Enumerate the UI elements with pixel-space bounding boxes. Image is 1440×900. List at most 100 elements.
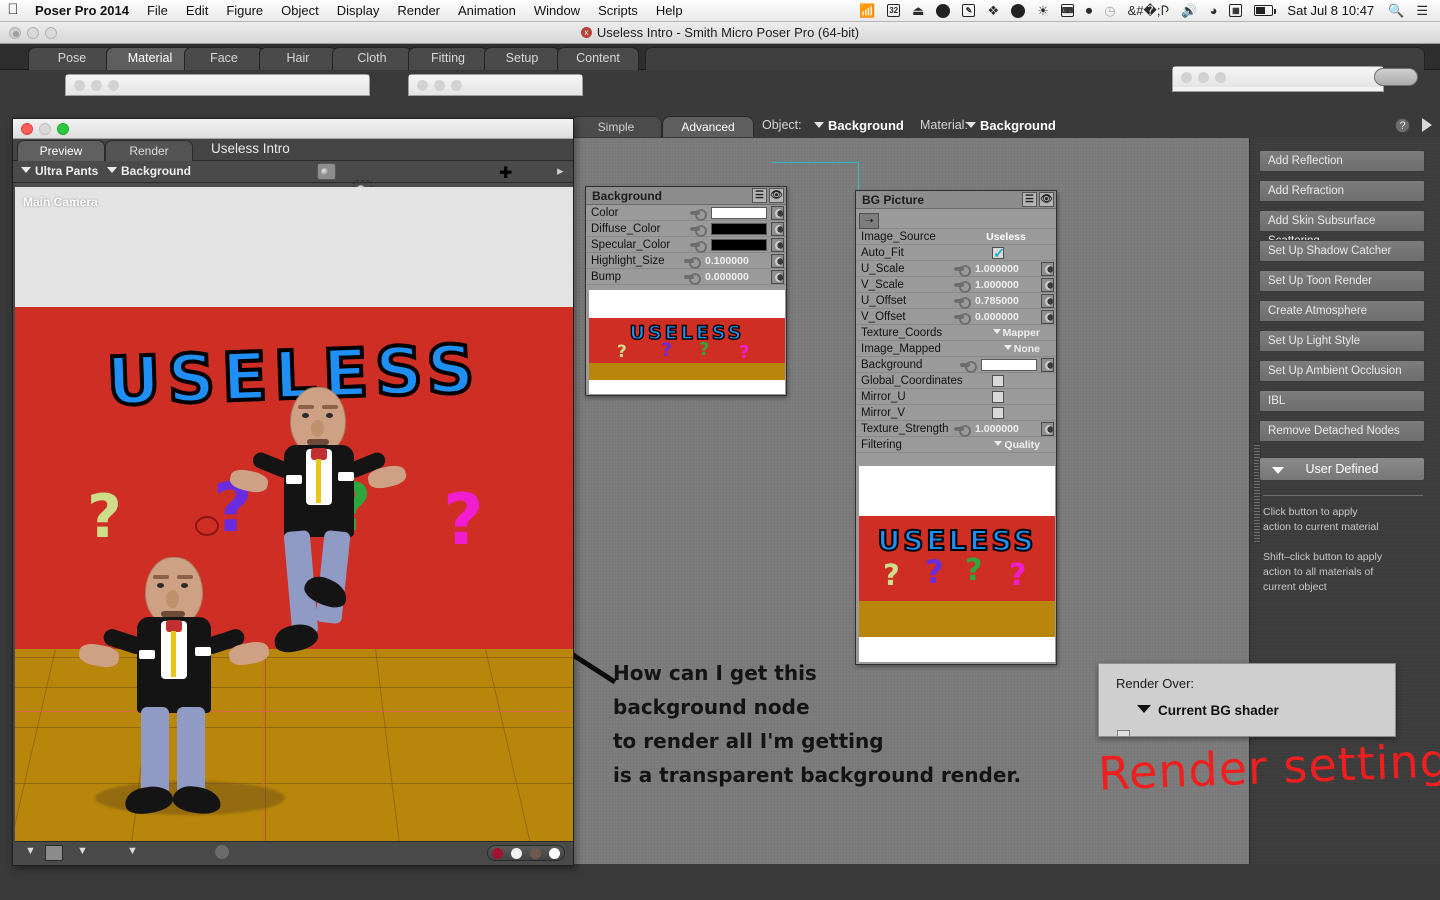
move-icon[interactable]: ✚: [499, 163, 518, 182]
color-knob[interactable]: [771, 237, 784, 252]
row-value[interactable]: 0.785000: [975, 295, 1037, 307]
color-swatch[interactable]: [711, 206, 767, 219]
render-over-dropdown[interactable]: Current BG shader: [1137, 703, 1279, 718]
plug-icon[interactable]: [954, 296, 971, 309]
room-tab-content[interactable]: Content: [557, 47, 639, 70]
node-row-highlight-size[interactable]: Highlight_Size 0.100000: [586, 253, 786, 269]
mirror-u-checkbox[interactable]: [992, 390, 1004, 403]
plug-icon[interactable]: [684, 272, 701, 285]
menu-render[interactable]: Render: [388, 0, 449, 22]
row-value[interactable]: 0.100000: [705, 255, 767, 267]
add-skin-sss-button[interactable]: Add Skin Subsurface Scattering: [1259, 210, 1425, 247]
menu-clock[interactable]: Sat Jul 8 10:47: [1279, 3, 1382, 18]
mirror-v-checkbox[interactable]: [992, 406, 1004, 419]
scene-viewport[interactable]: Main Camera USELESS ? ? ? ?: [15, 187, 573, 843]
plug-icon[interactable]: [960, 360, 977, 373]
expand-right-icon[interactable]: [1422, 118, 1432, 132]
color-swatch[interactable]: [711, 238, 767, 251]
node-row-global-coordinates[interactable]: Global_Coordinates: [856, 373, 1056, 389]
palette-1-titlebar[interactable]: [66, 75, 369, 95]
auto-fit-checkbox[interactable]: [992, 245, 1005, 262]
setup-toon-render-button[interactable]: Set Up Toon Render: [1259, 270, 1425, 292]
help-icon[interactable]: ?: [1395, 118, 1410, 133]
color-knob[interactable]: [1041, 357, 1054, 372]
tab-preview[interactable]: Preview: [17, 140, 105, 161]
row-value[interactable]: 0.000000: [975, 311, 1037, 323]
room-tab-face[interactable]: Face: [184, 47, 264, 70]
style-dot-red[interactable]: [492, 847, 503, 859]
light-icon[interactable]: [531, 163, 550, 180]
global-coordinates-checkbox[interactable]: [992, 374, 1004, 387]
value-knob[interactable]: [1041, 309, 1054, 324]
printer-icon[interactable]: ⌨: [1055, 4, 1080, 17]
background-palette-3[interactable]: [1172, 66, 1384, 92]
node-menu-icon[interactable]: ☰: [1022, 192, 1037, 207]
menu-animation[interactable]: Animation: [449, 0, 525, 22]
palette-2-titlebar[interactable]: [409, 75, 582, 95]
menu-object[interactable]: Object: [272, 0, 328, 22]
preview-minimize-button[interactable]: [39, 122, 51, 135]
room-tab-setup[interactable]: Setup: [484, 47, 560, 70]
object-dropdown[interactable]: Background: [814, 118, 904, 133]
apple-menu-icon[interactable]: : [0, 2, 26, 19]
ibl-button[interactable]: IBL: [1259, 390, 1425, 412]
material-dropdown[interactable]: Background: [966, 118, 1056, 133]
palette-zoom-icon[interactable]: [1215, 71, 1226, 83]
color-knob[interactable]: [771, 221, 784, 236]
sync-icon[interactable]: [930, 3, 956, 18]
create-atmosphere-button[interactable]: Create Atmosphere: [1259, 300, 1425, 322]
menu-help[interactable]: Help: [647, 0, 692, 22]
background-palette-1[interactable]: [65, 74, 370, 96]
light-ball-icon[interactable]: [395, 163, 414, 180]
room-tab-cloth[interactable]: Cloth: [332, 47, 412, 70]
node-row-auto-fit[interactable]: Auto_Fit: [856, 245, 1056, 262]
value-knob[interactable]: [1041, 277, 1054, 292]
palette-close-icon[interactable]: [417, 79, 428, 91]
tab-advanced[interactable]: Advanced: [662, 116, 754, 137]
chevron-down-icon[interactable]: ▼: [127, 845, 138, 857]
globe-icon[interactable]: [1005, 3, 1031, 18]
room-tab-fitting[interactable]: Fitting: [408, 47, 488, 70]
globe-icon[interactable]: [465, 163, 484, 180]
style-dot-white2[interactable]: [549, 847, 560, 859]
add-reflection-button[interactable]: Add Reflection: [1259, 150, 1425, 172]
node-row-u-offset[interactable]: U_Offset 0.785000: [856, 293, 1056, 309]
node-row-bump[interactable]: Bump 0.000000: [586, 269, 786, 285]
plug-icon[interactable]: [684, 256, 701, 269]
node-row-v-offset[interactable]: V_Offset 0.000000: [856, 309, 1056, 325]
figure-front[interactable]: [77, 557, 285, 843]
node-row-texture-coords[interactable]: Texture_Coords Mapper: [856, 325, 1056, 341]
menu-window[interactable]: Window: [525, 0, 589, 22]
plug-icon[interactable]: [690, 208, 707, 221]
node-row-u-scale[interactable]: U_Scale 1.000000: [856, 261, 1056, 277]
next-arrow-icon[interactable]: ▸: [557, 163, 576, 180]
preview-zoom-button[interactable]: [57, 122, 69, 135]
add-refraction-button[interactable]: Add Refraction: [1259, 180, 1425, 202]
plug-icon[interactable]: [954, 424, 971, 437]
image-mapped-dropdown[interactable]: None: [1003, 343, 1040, 355]
plug-icon[interactable]: [690, 224, 707, 237]
bg-picture-node-header[interactable]: BG Picture ☰ 👁: [856, 191, 1056, 209]
palette-close-icon[interactable]: [74, 79, 85, 91]
style-dot-brown[interactable]: [530, 847, 541, 859]
menu-figure[interactable]: Figure: [217, 0, 272, 22]
node-preview-icon[interactable]: 👁: [769, 188, 784, 203]
remove-detached-nodes-button[interactable]: Remove Detached Nodes: [1259, 420, 1425, 442]
color-knob[interactable]: [771, 205, 784, 220]
value-knob[interactable]: [1041, 261, 1054, 276]
row-value[interactable]: 1.000000: [975, 263, 1037, 275]
image-thumbnail-icon[interactable]: ➝: [859, 213, 879, 229]
palette-min-icon[interactable]: [91, 79, 102, 91]
node-row-diffuse-color[interactable]: Diffuse_Color: [586, 221, 786, 237]
shading-icon[interactable]: [431, 163, 450, 180]
value-knob[interactable]: [771, 269, 784, 284]
keyboard-icon[interactable]: ▦: [1223, 4, 1248, 17]
camera-icon[interactable]: [317, 163, 336, 180]
menu-edit[interactable]: Edit: [177, 0, 217, 22]
row-value[interactable]: 0.000000: [705, 271, 767, 283]
flash-icon[interactable]: ⏺: [1080, 0, 1099, 22]
bluetooth-icon[interactable]: &#�;𐌐: [1122, 0, 1176, 22]
background-node-header[interactable]: Background ☰ 👁: [586, 187, 786, 205]
node-row-color[interactable]: Color: [586, 205, 786, 221]
background-palette-2[interactable]: [408, 74, 583, 96]
